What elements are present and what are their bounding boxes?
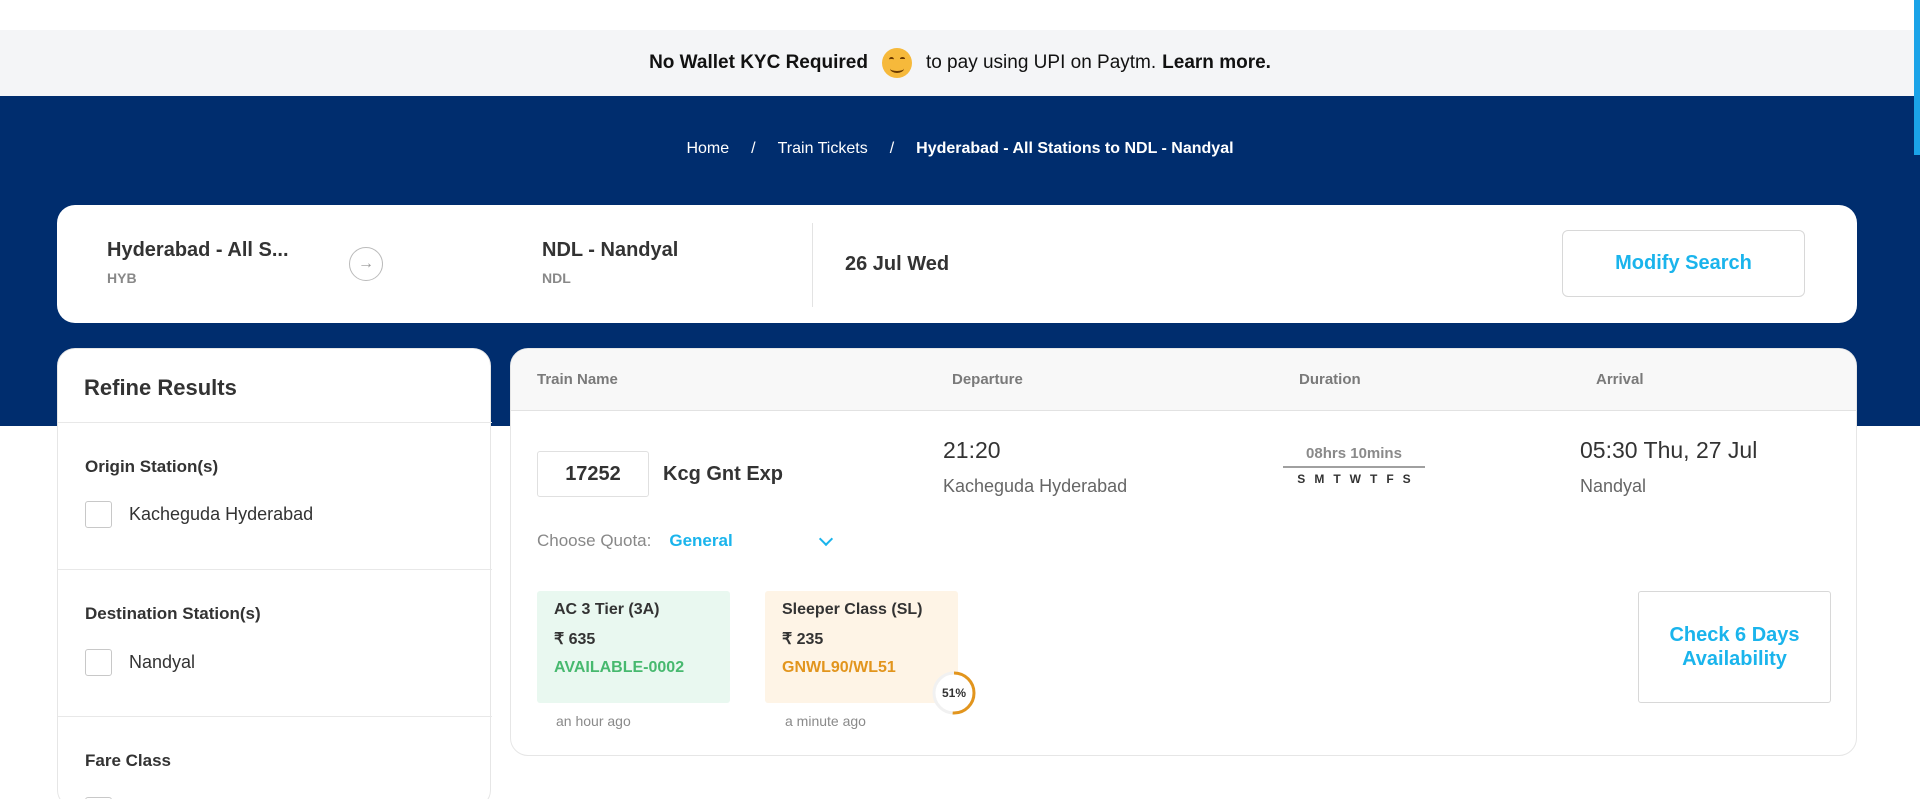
checkbox[interactable] (85, 649, 112, 676)
breadcrumb-train-tickets[interactable]: Train Tickets (778, 140, 868, 158)
day: W (1349, 472, 1361, 486)
arrow-right-icon[interactable]: → (349, 247, 383, 281)
origin-option-kacheguda[interactable]: Kacheguda Hyderabad (85, 501, 313, 528)
destination-field[interactable]: NDL - Nandyal NDL (542, 239, 678, 286)
class-fare: ₹ 635 (554, 631, 596, 648)
destination-option-label: Nandyal (129, 652, 196, 672)
learn-more-link[interactable]: Learn more. (1162, 52, 1271, 74)
breadcrumb-separator: / (751, 140, 756, 157)
refine-title: Refine Results (84, 375, 237, 400)
class-name: Sleeper Class (SL) (782, 601, 923, 618)
train-name[interactable]: Kcg Gnt Exp (663, 463, 783, 486)
breadcrumb-home[interactable]: Home (686, 140, 729, 158)
day: M (1314, 472, 1325, 486)
quota-selector[interactable]: Choose Quota: General (537, 531, 834, 551)
availability-status: AVAILABLE-0002 (554, 659, 685, 676)
origin-field[interactable]: Hyderabad - All S... HYB (107, 239, 289, 286)
destination-filter-heading: Destination Station(s) (85, 604, 261, 623)
divider (58, 422, 492, 423)
train-results-panel: Train Name Departure Duration Arrival 17… (510, 348, 1857, 756)
breadcrumb: Home / Train Tickets / Hyderabad - All S… (0, 140, 1920, 158)
divider (58, 716, 492, 717)
duration: 08hrs 10mins S M T W T F S (1283, 445, 1425, 486)
scrollbar-thumb[interactable] (1914, 0, 1920, 155)
chevron-down-icon[interactable] (819, 531, 834, 547)
checkbox[interactable] (85, 501, 112, 528)
departure-time: 21:20 (943, 437, 1001, 463)
column-departure[interactable]: Departure (952, 371, 1023, 388)
day: F (1386, 472, 1394, 486)
journey-date[interactable]: 26 Jul Wed (845, 253, 949, 276)
arrival-station: Nandyal (1580, 476, 1647, 496)
column-duration[interactable]: Duration (1299, 371, 1361, 388)
origin-code: HYB (107, 270, 137, 286)
origin-option-label: Kacheguda Hyderabad (129, 504, 314, 524)
class-name: AC 3 Tier (3A) (554, 601, 660, 618)
destination-code: NDL (542, 270, 571, 286)
origin-city: Hyderabad - All S... (107, 239, 289, 261)
results-header: Train Name Departure Duration Arrival (511, 349, 1856, 411)
quota-label: Choose Quota: (537, 531, 652, 550)
destination-option-nandyal[interactable]: Nandyal (85, 649, 195, 676)
departure-station: Kacheguda Hyderabad (943, 476, 1128, 496)
running-days: S M T W T F S (1283, 472, 1425, 486)
check-availability-button[interactable]: Check 6 Days Availability (1638, 591, 1831, 703)
availability-status: GNWL90/WL51 (782, 659, 896, 676)
arrival-time: 05:30 Thu, 27 Jul (1580, 437, 1758, 463)
top-bar (0, 0, 1920, 30)
divider (812, 223, 813, 307)
divider (58, 569, 492, 570)
destination-city: NDL - Nandyal (542, 239, 679, 261)
promo-bold-text: No Wallet KYC Required (649, 52, 868, 73)
class-card-3a[interactable]: AC 3 Tier (3A) ₹ 635 AVAILABLE-0002 (537, 591, 730, 703)
refine-results-panel: Refine Results Origin Station(s) Kachegu… (57, 348, 492, 799)
smiley-icon (881, 48, 912, 78)
quota-value[interactable]: General (669, 531, 821, 551)
last-updated: an hour ago (556, 713, 631, 729)
breadcrumb-current: Hyderabad - All Stations to NDL - Nandya… (916, 140, 1234, 157)
modify-search-button[interactable]: Modify Search (1562, 230, 1805, 297)
promo-text: to pay using UPI on Paytm. (925, 52, 1157, 73)
class-fare: ₹ 235 (782, 631, 824, 648)
day: T (1369, 472, 1378, 486)
fare-class-filter-heading: Fare Class (85, 751, 171, 770)
origin-filter-heading: Origin Station(s) (85, 457, 219, 476)
column-train-name[interactable]: Train Name (537, 371, 618, 388)
train-number: 17252 (537, 451, 649, 497)
search-summary-card: Hyderabad - All S... HYB → NDL - Nandyal… (57, 205, 1857, 323)
breadcrumb-separator: / (889, 140, 895, 157)
confirmation-chance-gauge: 51% (932, 671, 976, 715)
promo-banner: No Wallet KYC Required to pay using UPI … (0, 30, 1920, 96)
last-updated: a minute ago (785, 713, 866, 729)
column-arrival[interactable]: Arrival (1596, 371, 1644, 388)
duration-text: 08hrs 10mins (1283, 445, 1425, 468)
day: S (1297, 472, 1306, 486)
confirmation-chance-label: 51% (942, 686, 966, 700)
day: S (1402, 472, 1411, 486)
day: T (1333, 472, 1341, 486)
